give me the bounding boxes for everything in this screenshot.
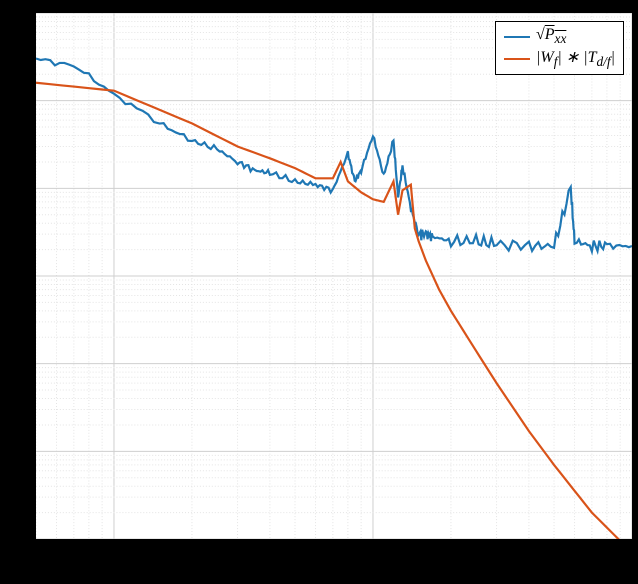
legend-label: √Pxx (536, 26, 566, 47)
legend: √Pxx |Wf| ∗ |Td/f| (495, 21, 624, 75)
line-series-pxx (36, 58, 632, 251)
chart-svg (36, 13, 632, 539)
legend-swatch-orange (504, 58, 530, 61)
legend-label: |Wf| ∗ |Td/f| (536, 47, 615, 70)
legend-swatch-blue (504, 36, 530, 39)
legend-item: √Pxx (504, 26, 615, 48)
legend-item: |Wf| ∗ |Td/f| (504, 48, 615, 70)
plot-area: √Pxx |Wf| ∗ |Td/f| (34, 11, 634, 541)
